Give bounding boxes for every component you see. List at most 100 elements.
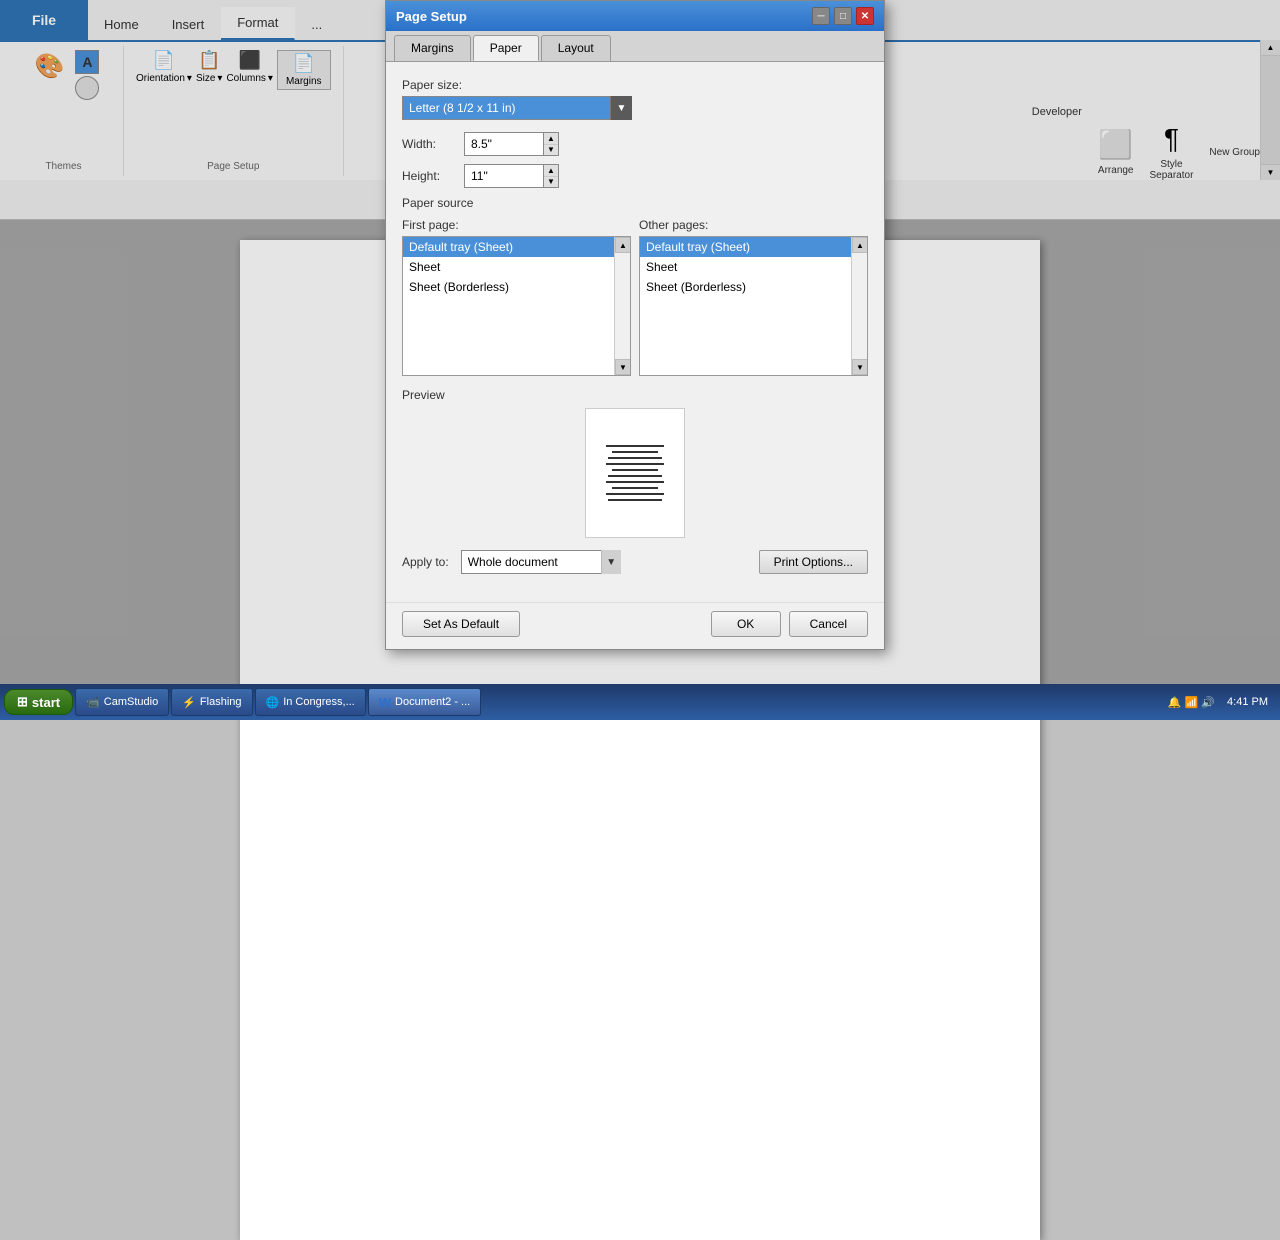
height-up-btn[interactable]: ▲ — [544, 165, 558, 177]
height-label: Height: — [402, 169, 452, 183]
set-as-default-button[interactable]: Set As Default — [402, 611, 520, 637]
sys-tray: 🔔 📶 🔊 — [1168, 696, 1215, 709]
taskbar-flashing[interactable]: ⚡ Flashing — [171, 688, 252, 716]
apply-to-row: Apply to: Whole document This point forw… — [402, 550, 868, 574]
camstudio-label: CamStudio — [104, 696, 158, 708]
cancel-button[interactable]: Cancel — [789, 611, 868, 637]
first-page-item-0[interactable]: Default tray (Sheet) — [403, 237, 630, 257]
width-row: Width: ▲ ▼ — [402, 132, 868, 156]
footer-right: OK Cancel — [711, 611, 868, 637]
preview-section: Preview — [402, 388, 868, 538]
close-button[interactable]: ✕ — [856, 7, 874, 25]
tab-layout[interactable]: Layout — [541, 35, 611, 61]
ok-button[interactable]: OK — [711, 611, 781, 637]
preview-line-5 — [612, 469, 657, 471]
height-down-btn[interactable]: ▼ — [544, 177, 558, 188]
op-scroll-track — [852, 253, 867, 359]
first-page-list: Default tray (Sheet) Sheet Sheet (Border… — [402, 236, 631, 376]
first-page-title: First page: — [402, 218, 631, 232]
dialog-footer: Set As Default OK Cancel — [386, 602, 884, 649]
page-setup-dialog: Page Setup ─ □ ✕ Margins Paper Layout Pa… — [385, 0, 885, 650]
preview-line-2 — [612, 451, 657, 453]
taskbar: ⊞ start 📹 CamStudio ⚡ Flashing 🌐 In Cong… — [0, 684, 1280, 720]
dialog-body: Paper size: Letter (8 1/2 x 11 in) ▼ Wid… — [386, 62, 884, 602]
modal-overlay: Page Setup ─ □ ✕ Margins Paper Layout Pa… — [0, 0, 1280, 720]
preview-line-4 — [606, 463, 663, 465]
preview-line-10 — [608, 499, 661, 501]
width-label: Width: — [402, 137, 452, 151]
height-spin: ▲ ▼ — [464, 164, 559, 188]
first-page-scrollbar: ▲ ▼ — [614, 237, 630, 375]
word-icon: W — [379, 695, 391, 710]
height-input[interactable] — [464, 164, 544, 188]
other-pages-list: Default tray (Sheet) Sheet Sheet (Border… — [639, 236, 868, 376]
other-pages-column: Other pages: Default tray (Sheet) Sheet … — [639, 218, 868, 376]
dialog-title-controls: ─ □ ✕ — [812, 7, 874, 25]
width-input[interactable] — [464, 132, 544, 156]
tab-paper[interactable]: Paper — [473, 35, 539, 61]
print-options-button[interactable]: Print Options... — [759, 550, 868, 574]
paper-size-select[interactable]: Letter (8 1/2 x 11 in) — [402, 96, 632, 120]
preview-line-8 — [612, 487, 657, 489]
margins-tab-label: Margins — [411, 41, 454, 55]
paper-size-group: Paper size: Letter (8 1/2 x 11 in) ▼ — [402, 78, 868, 120]
taskbar-camstudio[interactable]: 📹 CamStudio — [75, 688, 169, 716]
other-pages-title: Other pages: — [639, 218, 868, 232]
preview-line-6 — [608, 475, 661, 477]
start-button[interactable]: ⊞ start — [4, 689, 73, 715]
paper-source-section: Paper source — [402, 196, 868, 210]
flashing-icon: ⚡ — [182, 696, 196, 709]
apply-to-label: Apply to: — [402, 555, 449, 569]
paper-size-label: Paper size: — [402, 78, 868, 92]
fp-scroll-up[interactable]: ▲ — [615, 237, 631, 253]
paper-tab-label: Paper — [490, 41, 522, 55]
paper-source-label: Paper source — [402, 196, 868, 210]
dialog-titlebar: Page Setup ─ □ ✕ — [386, 1, 884, 31]
taskbar-word[interactable]: W Document2 - ... — [368, 688, 481, 716]
first-page-column: First page: Default tray (Sheet) Sheet S… — [402, 218, 631, 376]
other-page-item-0[interactable]: Default tray (Sheet) — [640, 237, 867, 257]
footer-left: Set As Default — [402, 611, 520, 637]
camstudio-icon: 📹 — [86, 696, 100, 709]
op-scroll-up[interactable]: ▲ — [852, 237, 868, 253]
fp-scroll-track — [615, 253, 630, 359]
start-label: start — [32, 695, 60, 710]
apply-to-wrapper: Whole document This point forward Select… — [461, 550, 621, 574]
minimize-button[interactable]: ─ — [812, 7, 830, 25]
width-arrows: ▲ ▼ — [544, 132, 559, 156]
ok-label: OK — [737, 617, 754, 631]
first-page-item-2[interactable]: Sheet (Borderless) — [403, 277, 630, 297]
other-pages-scrollbar: ▲ ▼ — [851, 237, 867, 375]
preview-line-1 — [606, 445, 663, 447]
browser-label: In Congress,... — [283, 696, 355, 708]
flashing-label: Flashing — [200, 696, 242, 708]
width-down-btn[interactable]: ▼ — [544, 145, 558, 156]
tab-margins[interactable]: Margins — [394, 35, 471, 61]
browser-icon: 🌐 — [266, 696, 280, 709]
height-arrows: ▲ ▼ — [544, 164, 559, 188]
preview-line-9 — [606, 493, 663, 495]
preview-label: Preview — [402, 388, 868, 402]
paper-size-wrapper: Letter (8 1/2 x 11 in) ▼ — [402, 96, 632, 120]
taskbar-browser[interactable]: 🌐 In Congress,... — [255, 688, 366, 716]
width-spin: ▲ ▼ — [464, 132, 559, 156]
op-scroll-down[interactable]: ▼ — [852, 359, 868, 375]
other-page-item-2[interactable]: Sheet (Borderless) — [640, 277, 867, 297]
preview-box — [585, 408, 685, 538]
clock: 4:41 PM — [1219, 696, 1276, 708]
preview-line-7 — [606, 481, 663, 483]
word-label: Document2 - ... — [395, 696, 470, 708]
first-page-item-1[interactable]: Sheet — [403, 257, 630, 277]
maximize-button[interactable]: □ — [834, 7, 852, 25]
taskbar-right: 🔔 📶 🔊 4:41 PM — [1168, 696, 1276, 709]
dialog-title: Page Setup — [396, 9, 467, 24]
layout-tab-label: Layout — [558, 41, 594, 55]
width-up-btn[interactable]: ▲ — [544, 133, 558, 145]
dialog-tabs: Margins Paper Layout — [386, 31, 884, 62]
preview-line-3 — [608, 457, 661, 459]
print-options-label: Print Options... — [774, 555, 853, 569]
fp-scroll-down[interactable]: ▼ — [615, 359, 631, 375]
apply-to-select[interactable]: Whole document This point forward Select… — [461, 550, 621, 574]
other-page-item-1[interactable]: Sheet — [640, 257, 867, 277]
windows-orb-icon: ⊞ — [17, 694, 28, 710]
